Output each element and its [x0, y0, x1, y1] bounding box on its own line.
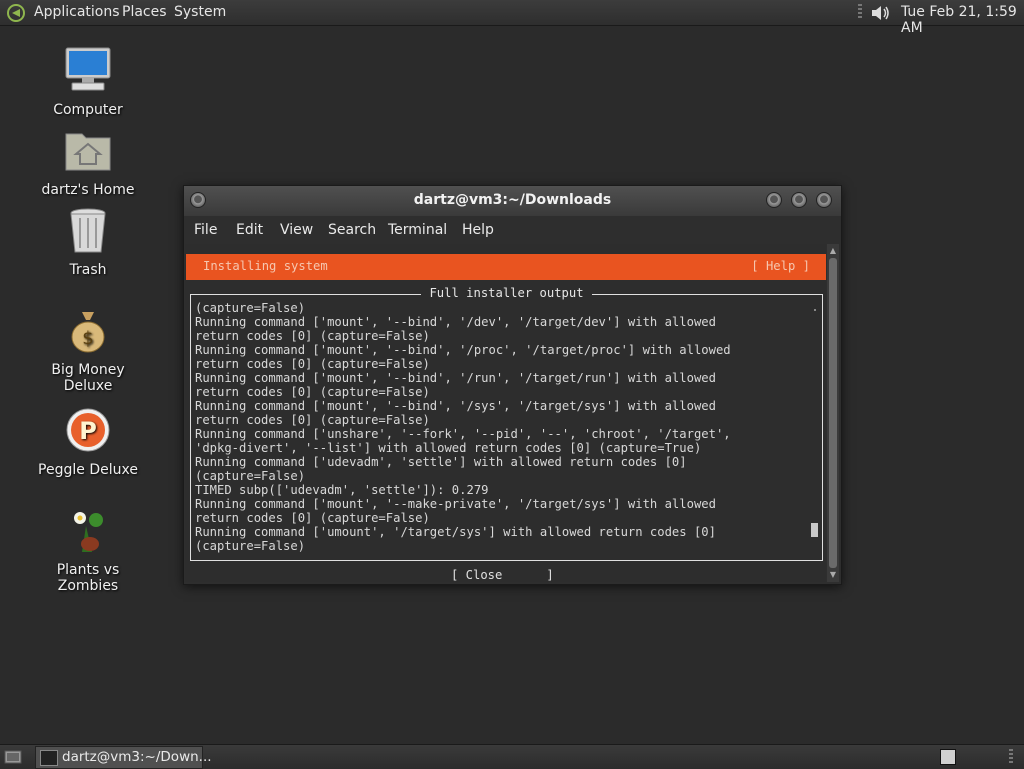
output-line: (capture=False): [195, 301, 306, 315]
menu-help[interactable]: Help: [462, 222, 494, 238]
output-box-title-row: Full installer output: [191, 286, 822, 300]
output-line: Running command ['mount', '--bind', '/pr…: [195, 343, 731, 357]
menu-edit[interactable]: Edit: [236, 222, 263, 238]
workspace-switcher[interactable]: [940, 749, 956, 765]
terminal-icon: [40, 750, 58, 766]
window-titlebar[interactable]: dartz@vm3:~/Downloads: [184, 186, 841, 216]
output-line: 'dpkg-divert', '--list'] with allowed re…: [195, 441, 702, 455]
output-line: (capture=False): [195, 469, 306, 483]
output-scroll-indicator: [814, 309, 816, 311]
desktop-icon-label: Plants vs Zombies: [56, 562, 120, 594]
menu-places[interactable]: Places: [122, 4, 167, 20]
desktop-icon-label: Peggle Deluxe: [38, 462, 138, 478]
show-desktop-icon[interactable]: [4, 749, 22, 765]
peggle-icon: P: [66, 408, 110, 452]
output-box-title: Full installer output: [421, 286, 592, 300]
window-title: dartz@vm3:~/Downloads: [413, 192, 612, 208]
close-window-button[interactable]: [816, 192, 832, 208]
output-scrollbar-thumb[interactable]: [811, 523, 818, 537]
output-line: Running command ['umount', '/target/sys'…: [195, 525, 716, 539]
trash-icon: [70, 208, 106, 253]
output-line: Running command ['mount', '--bind', '/de…: [195, 315, 716, 329]
plants-vs-zombies-icon: [74, 512, 103, 552]
menu-applications[interactable]: Applications: [34, 4, 120, 20]
installer-output-log: (capture=False) Running command ['mount',…: [195, 301, 807, 553]
distro-logo-icon[interactable]: [6, 3, 26, 23]
installer-header: Installing system [ Help ]: [186, 254, 826, 280]
clock[interactable]: Tue Feb 21, 1:59 AM: [901, 4, 1024, 36]
maximize-button[interactable]: [791, 192, 807, 208]
money-bag-icon: $: [71, 312, 105, 353]
scrollbar-thumb[interactable]: [829, 258, 837, 568]
output-line: Running command ['unshare', '--fork', '-…: [195, 427, 731, 441]
menu-view[interactable]: View: [280, 222, 313, 238]
output-line: return codes [0] (capture=False): [195, 329, 430, 343]
desktop-icon-home[interactable]: dartz's Home: [33, 126, 143, 198]
output-line: Running command ['udevadm', 'settle'] wi…: [195, 455, 687, 469]
terminal-window: dartz@vm3:~/Downloads File Edit View Sea…: [183, 185, 842, 585]
taskbar-task-label: dartz@vm3:~/Down...: [62, 749, 212, 765]
desktop-icon-trash[interactable]: Trash: [33, 206, 143, 278]
panel-separator: [1009, 749, 1013, 765]
desktop-icon-peggle[interactable]: P Peggle Deluxe: [33, 406, 143, 478]
top-panel: Applications Places System Tue Feb 21, 1…: [0, 0, 1024, 36]
output-line: return codes [0] (capture=False): [195, 413, 430, 427]
close-button[interactable]: [ Close ]: [451, 568, 554, 582]
menu-terminal[interactable]: Terminal: [388, 222, 447, 238]
output-line: Running command ['mount', '--bind', '/ru…: [195, 371, 716, 385]
menu-file[interactable]: File: [194, 222, 217, 238]
svg-text:P: P: [79, 417, 97, 445]
desktop-icon-label: Trash: [69, 262, 107, 278]
window-menubar: File Edit View Search Terminal Help: [184, 216, 841, 244]
help-button[interactable]: [ Help ]: [751, 259, 810, 273]
output-line: TIMED subp(['udevadm', 'settle']): 0.279: [195, 483, 489, 497]
desktop-icon-label: Computer: [53, 102, 123, 118]
home-folder-icon: [65, 133, 111, 171]
desktop-icon-big-money[interactable]: $ Big Money Deluxe: [33, 306, 143, 394]
tray-separator: [858, 4, 862, 20]
installer-output-box: Full installer output (capture=False) Run…: [190, 286, 823, 561]
volume-icon[interactable]: [870, 3, 892, 23]
menu-system[interactable]: System: [174, 4, 226, 20]
desktop-icon-label: Big Money Deluxe: [51, 362, 125, 394]
output-line: return codes [0] (capture=False): [195, 511, 430, 525]
scroll-down-arrow-icon[interactable]: ▼: [828, 570, 838, 580]
minimize-button[interactable]: [766, 192, 782, 208]
installer-title: Installing system: [203, 259, 328, 273]
output-line: Running command ['mount', '--make-privat…: [195, 497, 716, 511]
desktop-icon-pvz[interactable]: Plants vs Zombies: [33, 506, 143, 594]
desktop-icon-label: dartz's Home: [41, 182, 135, 198]
output-line: return codes [0] (capture=False): [195, 357, 430, 371]
output-line: Running command ['mount', '--bind', '/sy…: [195, 399, 716, 413]
terminal-screen[interactable]: Installing system [ Help ] Full installe…: [185, 244, 826, 582]
menu-search[interactable]: Search: [328, 222, 376, 238]
computer-icon: [65, 47, 111, 91]
output-line: return codes [0] (capture=False): [195, 385, 430, 399]
bottom-panel: dartz@vm3:~/Down...: [0, 744, 1024, 769]
desktop-icon-computer[interactable]: Computer: [33, 46, 143, 118]
scroll-up-arrow-icon[interactable]: ▲: [828, 246, 838, 256]
svg-text:$: $: [82, 328, 93, 349]
output-line: (capture=False): [195, 539, 306, 553]
terminal-scrollbar[interactable]: ▲ ▼: [827, 244, 839, 582]
taskbar-task-terminal[interactable]: dartz@vm3:~/Down...: [35, 746, 212, 769]
